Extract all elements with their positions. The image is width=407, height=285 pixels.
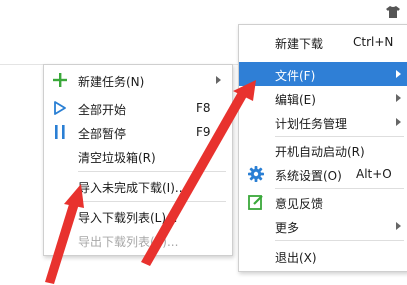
menu-item-label: 导入下载列表(L)... [78,211,178,225]
menu-item-shortcut: F8 [196,101,211,115]
gear-icon [248,166,264,182]
play-icon [54,101,66,115]
menu-item-label: 全部暂停 [78,127,127,141]
menu-item-empty-trash[interactable]: 清空垃圾箱(R) [44,144,232,168]
menu-item-label: 系统设置(O) [275,169,342,183]
menu-item-scheduled-tasks[interactable]: 计划任务管理 [239,110,407,134]
menu-item-feedback[interactable]: 意见反馈 [239,190,407,214]
menu-separator [275,188,404,189]
submenu-arrow-icon [216,76,221,84]
menu-item-label: 导出下载列表(E)... [78,235,179,249]
menu-item-auto-start[interactable]: 开机自动启动(R) [239,138,407,162]
menu-item-new-download[interactable]: 新建下载 Ctrl+N [239,30,407,54]
plus-icon [53,73,67,87]
menu-item-file[interactable]: 文件(F) [239,62,407,86]
menu-item-label: 导入未完成下载(I)... [78,181,187,195]
menu-item-shortcut: Ctrl+N [353,35,394,49]
menu-item-label: 新建下载 [275,37,324,51]
menu-item-pause-all[interactable]: 全部暂停 F9 [44,120,232,144]
menu-item-label: 开机自动启动(R) [275,145,365,159]
menu-item-shortcut: Alt+O [356,167,392,181]
menu-separator [275,136,404,137]
menu-item-start-all[interactable]: 全部开始 F8 [44,96,232,120]
menu-item-label: 文件(F) [275,69,316,83]
menu-item-settings[interactable]: 系统设置(O) Alt+O [239,162,407,186]
menu-item-import-unfinished[interactable]: 导入未完成下载(I)... [44,174,232,198]
menu-item-edit[interactable]: 编辑(E) [239,86,407,110]
submenu-arrow-icon [396,118,401,126]
menu-item-label: 全部开始 [78,103,127,117]
menu-item-label: 退出(X) [275,251,317,265]
task-context-menu: 新建任务(N) 全部开始 F8 全部暂停 F9 清空垃圾箱(R) 导入未完成下载… [43,64,233,256]
menu-item-import-list[interactable]: 导入下载列表(L)... [44,204,232,228]
menu-item-label: 意见反馈 [275,197,324,211]
menu-item-label: 更多 [275,221,300,235]
menu-item-label: 编辑(E) [275,93,316,107]
menu-item-shortcut: F9 [196,125,211,139]
menu-item-label: 清空垃圾箱(R) [78,151,156,165]
submenu-arrow-icon [396,94,401,102]
menu-separator [78,201,226,202]
pause-icon [55,125,65,139]
submenu-arrow-icon [396,222,401,230]
skin-icon[interactable] [386,6,400,18]
menu-item-label: 新建任务(N) [78,75,145,89]
menu-item-label: 计划任务管理 [275,117,348,131]
menu-item-export-list: 导出下载列表(E)... [44,228,232,252]
menu-separator [78,171,226,172]
feedback-icon [248,195,263,210]
menu-item-more[interactable]: 更多 [239,214,407,238]
submenu-arrow-icon [396,70,401,78]
menu-item-exit[interactable]: 退出(X) [239,244,407,268]
menu-item-new-task[interactable]: 新建任务(N) [44,68,232,92]
menu-separator [275,240,404,241]
main-menu: 新建下载 Ctrl+N 文件(F) 编辑(E) 计划任务管理 开机自动启动(R)… [238,24,407,272]
